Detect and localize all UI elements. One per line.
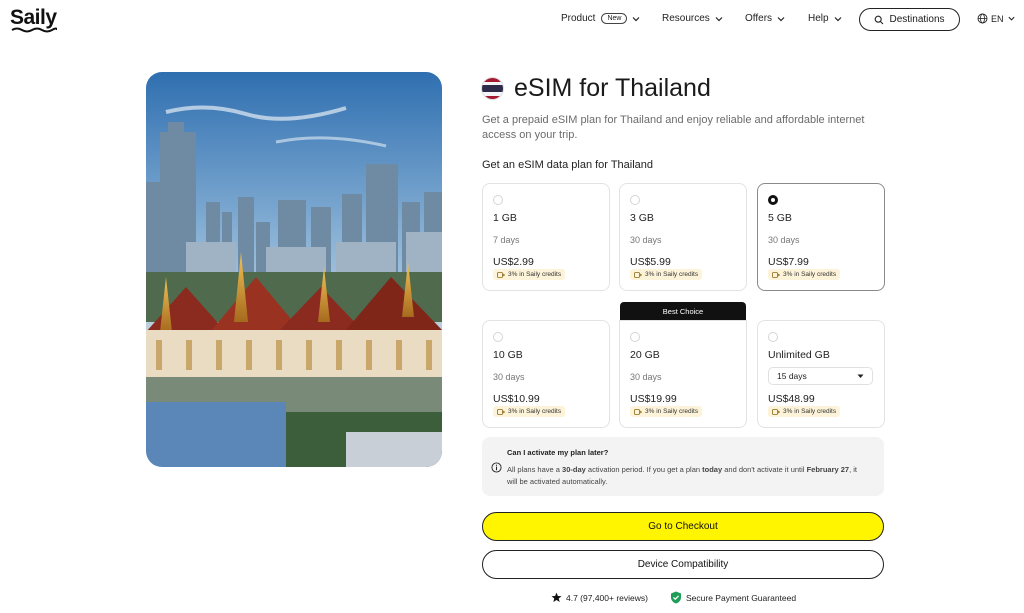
info-text-bold: 30-day <box>562 465 586 474</box>
credit-icon <box>772 271 780 278</box>
globe-icon <box>977 13 988 24</box>
thailand-flag-icon <box>481 77 504 100</box>
days-select[interactable]: 15 days <box>768 367 873 385</box>
credit-badge: 3% in Saily credits <box>768 269 841 280</box>
plan-data: 3 GB <box>630 212 654 224</box>
credit-label: 3% in Saily credits <box>645 271 699 278</box>
plan-data: 5 GB <box>768 212 792 224</box>
plan-price: US$48.99 <box>768 393 815 405</box>
rating: 4.7 (97,400+ reviews) <box>551 592 648 603</box>
chevron-down-icon <box>633 16 640 21</box>
credit-badge: 3% in Saily credits <box>493 406 566 417</box>
best-choice-tag: Best Choice <box>620 302 746 321</box>
credit-icon <box>497 408 505 415</box>
plan-price: US$19.99 <box>630 393 677 405</box>
plan-radio-selected[interactable] <box>768 195 778 205</box>
star-icon <box>551 592 562 602</box>
nav-help[interactable]: Help <box>808 13 843 24</box>
plan-data: Unlimited GB <box>768 349 830 361</box>
plan-card-unlimited[interactable]: Unlimited GB 15 days US$48.99 3% in Sail… <box>757 320 885 428</box>
plan-price: US$10.99 <box>493 393 540 405</box>
credit-badge: 3% in Saily credits <box>768 406 841 417</box>
info-text: All plans have a 30-day activation perio… <box>507 464 867 487</box>
info-text-part: and don't activate it until <box>722 465 807 474</box>
nav-offers[interactable]: Offers <box>745 13 786 24</box>
bangkok-skyline-illustration <box>146 72 442 467</box>
nav-help-label: Help <box>808 13 829 24</box>
credit-label: 3% in Saily credits <box>645 408 699 415</box>
credit-icon <box>497 271 505 278</box>
shield-check-icon <box>671 591 681 604</box>
info-text-bold: February 27 <box>806 465 850 474</box>
destinations-label: Destinations <box>889 14 945 25</box>
activation-info-box: Can I activate my plan later? All plans … <box>482 437 884 496</box>
info-icon <box>491 462 502 473</box>
caret-down-icon <box>857 374 864 378</box>
plan-data: 1 GB <box>493 212 517 224</box>
language-selector[interactable]: EN <box>977 13 1016 24</box>
plan-radio[interactable] <box>630 332 640 342</box>
page-title: eSIM for Thailand <box>514 74 711 102</box>
nav-offers-label: Offers <box>745 13 773 24</box>
credit-badge: 3% in Saily credits <box>630 269 703 280</box>
credit-badge: 3% in Saily credits <box>493 269 566 280</box>
credit-icon <box>772 408 780 415</box>
plan-data: 10 GB <box>493 349 523 361</box>
plan-price: US$7.99 <box>768 256 809 268</box>
plan-radio[interactable] <box>630 195 640 205</box>
page-title-row: eSIM for Thailand <box>481 74 711 103</box>
secure-payment: Secure Payment Guaranteed <box>670 591 796 604</box>
credit-label: 3% in Saily credits <box>508 408 562 415</box>
plan-card-10gb[interactable]: 10 GB 30 days US$10.99 3% in Saily credi… <box>482 320 610 428</box>
plan-radio[interactable] <box>493 332 503 342</box>
nav-resources[interactable]: Resources <box>662 13 724 24</box>
credit-badge: 3% in Saily credits <box>630 406 703 417</box>
info-text-bold: today <box>702 465 723 474</box>
nav-product[interactable]: Product New <box>561 13 641 24</box>
plan-card-1gb[interactable]: 1 GB 7 days US$2.99 3% in Saily credits <box>482 183 610 291</box>
days-select-value: 15 days <box>777 371 807 381</box>
page-subtitle: Get a prepaid eSIM plan for Thailand and… <box>482 114 865 141</box>
plan-days: 30 days <box>630 372 662 382</box>
plan-data: 20 GB <box>630 349 660 361</box>
chevron-down-icon <box>777 16 785 21</box>
info-text-part: activation period. If you get a plan <box>585 465 703 474</box>
plan-days: 30 days <box>493 372 525 382</box>
device-compatibility-button[interactable]: Device Compatibility <box>482 550 884 579</box>
checkout-button[interactable]: Go to Checkout <box>482 512 884 541</box>
credit-label: 3% in Saily credits <box>508 271 562 278</box>
plan-days: 30 days <box>630 235 662 245</box>
plan-days: 7 days <box>493 235 520 245</box>
plan-days: 30 days <box>768 235 800 245</box>
nav-product-label: Product <box>561 13 596 24</box>
chevron-down-icon <box>1007 16 1015 21</box>
destinations-button[interactable]: Destinations <box>859 8 960 31</box>
plan-radio[interactable] <box>493 195 503 205</box>
thailand-hero-image <box>146 72 442 467</box>
search-icon <box>875 15 884 24</box>
chevron-down-icon <box>715 16 723 21</box>
nav-resources-label: Resources <box>662 13 710 24</box>
plan-card-3gb[interactable]: 3 GB 30 days US$5.99 3% in Saily credits <box>619 183 747 291</box>
credit-label: 3% in Saily credits <box>783 271 837 278</box>
credit-icon <box>634 271 642 278</box>
rating-label: 4.7 (97,400+ reviews) <box>566 592 648 603</box>
plan-card-5gb[interactable]: 5 GB 30 days US$7.99 3% in Saily credits <box>757 183 885 291</box>
top-nav: Saily Product New Resources Offers Help … <box>0 0 1024 40</box>
new-badge: New <box>601 13 628 24</box>
plans-section-label: Get an eSIM data plan for Thailand <box>482 159 654 171</box>
language-label: EN <box>991 13 1004 24</box>
info-text-part: All plans have a <box>507 465 563 474</box>
logo-wave-icon <box>11 27 57 33</box>
plan-radio[interactable] <box>768 332 778 342</box>
plan-card-20gb[interactable]: 20 GB 30 days US$19.99 3% in Saily credi… <box>619 320 747 428</box>
credit-icon <box>634 408 642 415</box>
secure-label: Secure Payment Guaranteed <box>686 592 797 603</box>
plan-price: US$2.99 <box>493 256 534 268</box>
credit-label: 3% in Saily credits <box>783 408 837 415</box>
chevron-down-icon <box>834 16 842 21</box>
info-question: Can I activate my plan later? <box>507 448 609 457</box>
plan-price: US$5.99 <box>630 256 671 268</box>
